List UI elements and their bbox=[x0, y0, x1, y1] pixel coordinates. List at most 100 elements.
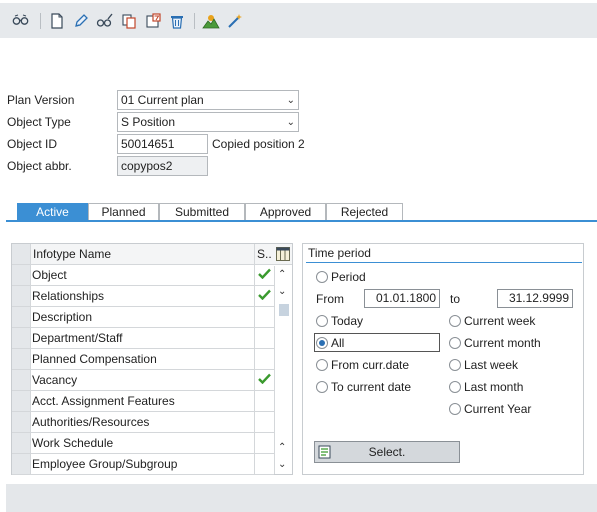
col-infotype-name: Infotype Name bbox=[33, 247, 112, 261]
table-row[interactable]: Relationships bbox=[12, 286, 274, 307]
tab-underline bbox=[6, 220, 597, 222]
infotype-name: Authorities/Resources bbox=[32, 415, 150, 429]
table-row[interactable]: Work Schedule bbox=[12, 433, 274, 454]
status-cell bbox=[254, 391, 273, 411]
tab-rejected[interactable]: Rejected bbox=[326, 203, 403, 221]
tab-submitted[interactable]: Submitted bbox=[159, 203, 245, 221]
pencil-icon[interactable] bbox=[72, 12, 90, 30]
current-month-label: Current month bbox=[464, 336, 541, 350]
row-selector[interactable] bbox=[12, 265, 31, 285]
new-document-icon[interactable] bbox=[48, 12, 66, 30]
row-selector[interactable] bbox=[12, 328, 31, 348]
scroll-up-bottom-icon[interactable]: ⌃ bbox=[278, 442, 286, 453]
table-row[interactable]: Department/Staff bbox=[12, 328, 274, 349]
application-toolbar bbox=[0, 0, 597, 38]
checkmark-icon bbox=[257, 289, 271, 303]
radio-current-year[interactable] bbox=[449, 403, 461, 415]
infotype-name: Vacancy bbox=[32, 373, 78, 387]
infotype-table: Infotype Name S.. Object Relationships Des… bbox=[11, 243, 293, 475]
toolbar-separator bbox=[40, 13, 41, 29]
column-settings-icon[interactable] bbox=[274, 245, 292, 263]
scroll-up-icon[interactable]: ⌃ bbox=[278, 269, 286, 280]
scroll-down-icon[interactable]: ⌄ bbox=[278, 459, 286, 470]
infotype-name: Employee Group/Subgroup bbox=[32, 457, 178, 471]
radio-current-week[interactable] bbox=[449, 315, 461, 327]
col-status-label: S.. bbox=[257, 247, 272, 261]
col-status: S.. bbox=[254, 244, 273, 264]
checkmark-icon bbox=[257, 373, 271, 387]
copy-icon[interactable] bbox=[120, 12, 138, 30]
magic-wand-icon[interactable] bbox=[226, 12, 244, 30]
time-period-divider bbox=[306, 262, 582, 263]
toolbar-separator bbox=[194, 13, 195, 29]
row-selector[interactable] bbox=[12, 433, 31, 453]
select-button-label: Select. bbox=[368, 445, 406, 459]
table-header: Infotype Name S.. bbox=[12, 244, 292, 265]
radio-to-current-date[interactable] bbox=[316, 381, 328, 393]
object-id-label: Object ID bbox=[7, 137, 58, 151]
from-label: From bbox=[316, 292, 344, 306]
chevron-down-icon: ⌄ bbox=[286, 117, 295, 128]
object-abbr-label: Object abbr. bbox=[7, 159, 72, 173]
to-date-field[interactable]: 31.12.9999 bbox=[497, 289, 573, 308]
all-label: All bbox=[331, 336, 345, 350]
object-id-field[interactable]: 50014651 bbox=[117, 134, 208, 154]
status-cell bbox=[254, 370, 273, 390]
mountain-icon[interactable] bbox=[202, 12, 220, 30]
infotype-name: Department/Staff bbox=[32, 331, 123, 345]
object-abbr-value: copypos2 bbox=[121, 159, 173, 173]
last-month-label: Last month bbox=[464, 380, 524, 394]
object-type-label: Object Type bbox=[7, 115, 71, 129]
radio-last-week[interactable] bbox=[449, 359, 461, 371]
infotype-name: Object bbox=[32, 268, 67, 282]
checkmark-icon bbox=[257, 268, 271, 282]
to-current-date-label: To current date bbox=[331, 380, 412, 394]
radio-today[interactable] bbox=[316, 315, 328, 327]
plan-version-label: Plan Version bbox=[7, 93, 75, 107]
table-row[interactable]: Description bbox=[12, 307, 274, 328]
object-type-dropdown[interactable]: S Position ⌄ bbox=[117, 112, 299, 132]
glasses-edit-icon[interactable] bbox=[96, 12, 114, 30]
table-row[interactable]: Object bbox=[12, 265, 274, 286]
radio-current-month[interactable] bbox=[449, 337, 461, 349]
radio-from-curr-date[interactable] bbox=[316, 359, 328, 371]
radio-last-month[interactable] bbox=[449, 381, 461, 393]
calendar-icon[interactable] bbox=[144, 12, 162, 30]
infotype-name: Description bbox=[32, 310, 93, 324]
tab-planned[interactable]: Planned bbox=[88, 203, 159, 221]
row-selector[interactable] bbox=[12, 391, 31, 411]
table-row[interactable]: Authorities/Resources bbox=[12, 412, 274, 433]
table-row[interactable]: Acct. Assignment Features bbox=[12, 391, 274, 412]
status-cell bbox=[254, 307, 273, 327]
infotype-name: Acct. Assignment Features bbox=[32, 394, 175, 408]
trash-icon[interactable] bbox=[168, 12, 186, 30]
plan-version-value: 01 Current plan bbox=[121, 93, 204, 107]
radio-all[interactable] bbox=[316, 337, 328, 349]
period-label: Period bbox=[331, 270, 366, 284]
tab-approved[interactable]: Approved bbox=[245, 203, 326, 221]
scroll-thumb[interactable] bbox=[279, 304, 289, 316]
row-selector[interactable] bbox=[12, 286, 31, 306]
object-type-value: S Position bbox=[121, 115, 176, 129]
plan-version-dropdown[interactable]: 01 Current plan ⌄ bbox=[117, 90, 299, 110]
table-row[interactable]: Vacancy bbox=[12, 370, 274, 391]
row-selector[interactable] bbox=[12, 370, 31, 390]
status-cell bbox=[254, 265, 273, 285]
row-selector[interactable] bbox=[12, 454, 31, 474]
row-selector[interactable] bbox=[12, 412, 31, 432]
tab-active[interactable]: Active bbox=[17, 203, 88, 221]
select-button[interactable]: Select. bbox=[314, 441, 460, 463]
time-period-title: Time period bbox=[308, 246, 371, 260]
row-selector[interactable] bbox=[12, 307, 31, 327]
table-scrollbar[interactable]: ⌃ ⌄ ⌃ ⌄ bbox=[274, 266, 292, 474]
status-cell bbox=[254, 286, 273, 306]
from-date-field[interactable]: 01.01.1800 bbox=[364, 289, 440, 308]
row-selector[interactable] bbox=[12, 349, 31, 369]
chevron-down-icon: ⌄ bbox=[286, 95, 295, 106]
scroll-down-small-icon[interactable]: ⌄ bbox=[278, 286, 286, 297]
table-row[interactable]: Planned Compensation bbox=[12, 349, 274, 370]
select-all-cell[interactable] bbox=[12, 244, 31, 264]
radio-period[interactable] bbox=[316, 271, 328, 283]
glasses-icon[interactable] bbox=[12, 12, 30, 30]
table-row[interactable]: Employee Group/Subgroup bbox=[12, 454, 274, 475]
